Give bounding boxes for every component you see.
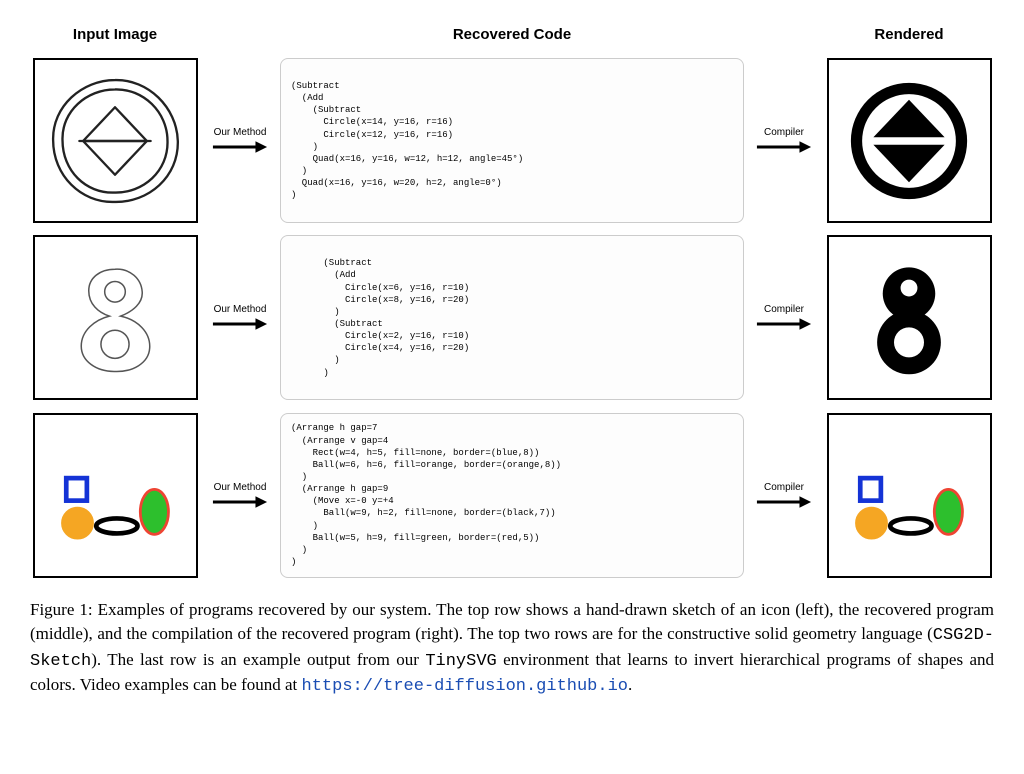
arrow-compiler-row3: Compiler xyxy=(755,482,813,509)
arrow-compiler-row1: Compiler xyxy=(755,127,813,154)
arrow-right-icon xyxy=(755,495,813,509)
arrow-right-icon xyxy=(755,140,813,154)
arrow-method-row1: Our Method xyxy=(211,127,269,154)
arrow-right-icon xyxy=(211,140,269,154)
code-box-row1: (Subtract (Add (Subtract Circle(x=14, y=… xyxy=(280,58,744,223)
arrow-compiler-row2: Compiler xyxy=(755,304,813,331)
code-box-row3: (Arrange h gap=7 (Arrange v gap=4 Rect(w… xyxy=(280,413,744,578)
caption-code-tinysvg: TinySVG xyxy=(425,652,496,671)
arrow-method-row3: Our Method xyxy=(211,482,269,509)
arrow-label-compiler: Compiler xyxy=(764,304,804,315)
rendered-eight-icon xyxy=(834,243,984,393)
caption-text-4: . xyxy=(628,675,632,694)
caption-text-2: ). The last row is an example output fro… xyxy=(91,650,425,669)
code-text-row3: (Arrange h gap=7 (Arrange v gap=4 Rect(w… xyxy=(291,422,561,568)
arrow-label-compiler: Compiler xyxy=(764,482,804,493)
arrow-method-row2: Our Method xyxy=(211,304,269,331)
rendered-image-row3 xyxy=(827,413,992,578)
sketch-icon-diamond xyxy=(40,66,190,216)
input-image-row2 xyxy=(33,235,198,400)
input-image-row1 xyxy=(33,58,198,223)
arrow-label-method: Our Method xyxy=(214,482,267,493)
code-text-row1: (Subtract (Add (Subtract Circle(x=14, y=… xyxy=(291,80,523,201)
arrow-label-method: Our Method xyxy=(214,304,267,315)
header-rendered: Rendered xyxy=(874,26,943,43)
rendered-diamond-icon xyxy=(834,66,984,216)
rendered-shapes-icon xyxy=(834,420,984,570)
sketch-shapes xyxy=(40,420,190,570)
header-code: Recovered Code xyxy=(453,26,571,43)
figure-caption: Figure 1: Examples of programs recovered… xyxy=(30,598,994,699)
arrow-right-icon xyxy=(211,495,269,509)
figure-grid: Input Image Recovered Code Rendered Our … xyxy=(30,20,994,580)
sketch-eight xyxy=(40,243,190,393)
arrow-right-icon xyxy=(211,317,269,331)
arrow-right-icon xyxy=(755,317,813,331)
arrow-label-method: Our Method xyxy=(214,127,267,138)
caption-text-1: Figure 1: Examples of programs recovered… xyxy=(30,600,994,643)
caption-link[interactable]: https://tree-diffusion.github.io xyxy=(302,677,628,696)
rendered-image-row2 xyxy=(827,235,992,400)
input-image-row3 xyxy=(33,413,198,578)
header-input: Input Image xyxy=(73,26,157,43)
code-box-row2: (Subtract (Add Circle(x=6, y=16, r=10) C… xyxy=(280,235,744,400)
arrow-label-compiler: Compiler xyxy=(764,127,804,138)
code-text-row2: (Subtract (Add Circle(x=6, y=16, r=10) C… xyxy=(291,257,469,378)
rendered-image-row1 xyxy=(827,58,992,223)
